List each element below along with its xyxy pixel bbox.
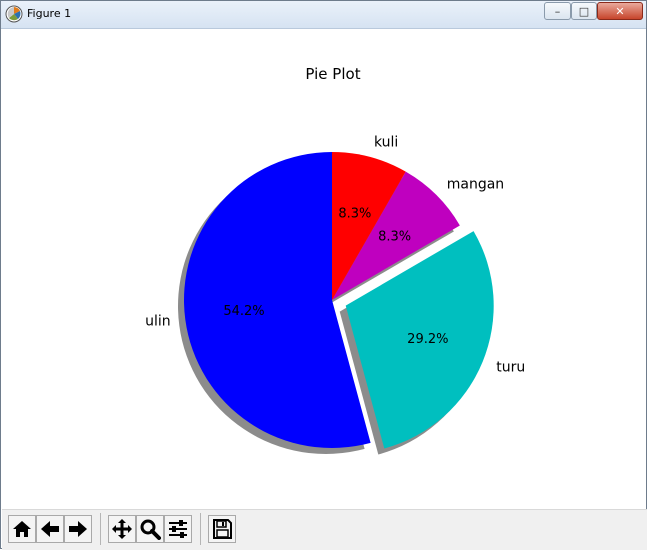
- maximize-icon: □: [578, 4, 590, 18]
- move-icon: [112, 519, 132, 539]
- toolbar-separator: [100, 513, 101, 545]
- home-button[interactable]: [8, 515, 36, 543]
- home-icon: [13, 521, 31, 537]
- pie-percent-label: 8.3%: [378, 230, 411, 245]
- window-title: Figure 1: [27, 7, 72, 20]
- pie-label-kuli: kuli: [374, 135, 398, 151]
- configure-subplots-button[interactable]: [164, 515, 192, 543]
- arrow-left-icon: [41, 521, 59, 537]
- pie-chart: Pie Plot ulin 54.2% turu 29.2% mangan 8.3% kul…: [145, 65, 525, 455]
- minimize-icon: –: [554, 4, 561, 18]
- maximize-button[interactable]: □: [571, 2, 597, 20]
- zoom-button[interactable]: [136, 515, 164, 543]
- plot-canvas[interactable]: Pie Plot ulin 54.2% turu 29.2% mangan 8.3% kul…: [6, 29, 643, 509]
- toolbar-separator: [200, 513, 201, 545]
- matplotlib-logo-icon: [5, 5, 23, 23]
- pie-wedge-layer: [184, 152, 494, 449]
- magnifier-icon: [140, 519, 161, 540]
- pie-percent-label: 54.2%: [223, 304, 264, 319]
- pan-button[interactable]: [108, 515, 136, 543]
- chart-title: Pie Plot: [305, 65, 360, 83]
- sliders-icon: [169, 520, 187, 538]
- navigation-toolbar: [2, 509, 647, 550]
- save-button[interactable]: [208, 515, 236, 543]
- pie-label-mangan: mangan: [447, 177, 504, 193]
- floppy-disk-icon: [213, 519, 232, 539]
- figure-window: Figure 1 – □ ✕ Pie Plot ulin 54.2% turu 29.…: [0, 0, 647, 550]
- close-icon: ✕: [615, 4, 625, 18]
- pie-label-ulin: ulin: [145, 313, 171, 329]
- pie-label-turu: turu: [496, 359, 525, 375]
- pie-percent-label: 29.2%: [407, 332, 448, 347]
- back-button[interactable]: [36, 515, 64, 543]
- forward-button[interactable]: [64, 515, 92, 543]
- pie-percent-label: 8.3%: [338, 207, 371, 222]
- arrow-right-icon: [69, 521, 87, 537]
- title-bar[interactable]: Figure 1 – □ ✕: [1, 1, 646, 29]
- minimize-button[interactable]: –: [544, 2, 571, 20]
- close-button[interactable]: ✕: [597, 2, 643, 20]
